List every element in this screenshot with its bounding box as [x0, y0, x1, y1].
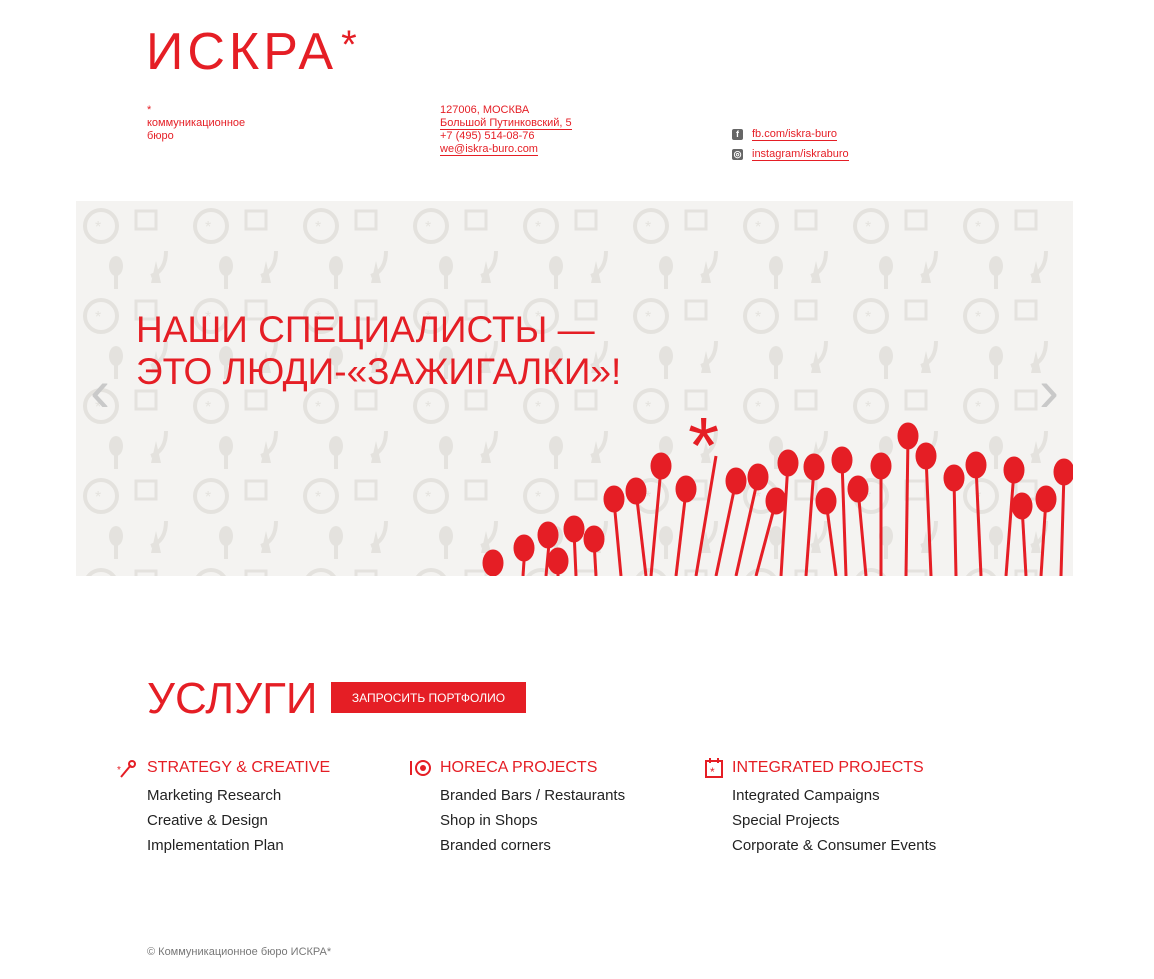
- slide-title-line1: НАШИ СПЕЦИАЛИСТЫ —: [136, 309, 595, 350]
- request-portfolio-button[interactable]: ЗАПРОСИТЬ ПОРТФОЛИО: [331, 682, 526, 713]
- hero-slider: * НАШИ СПЕЦИАЛИСТЫ — ЭТО ЛЮДИ-«ЗАЖИГАЛКИ…: [76, 201, 1073, 576]
- instagram-link[interactable]: instagram/iskraburo: [752, 148, 849, 161]
- logo-text: ИСКРА: [146, 23, 338, 81]
- tagline-line2: бюро: [147, 130, 174, 142]
- email-link[interactable]: we@iskra-buro.com: [440, 143, 538, 156]
- tagline: * коммуникационное бюро: [147, 104, 245, 143]
- list-item: Creative & Design: [147, 812, 268, 829]
- footer-copyright: © Коммуникационное бюро ИСКРА*: [147, 946, 332, 958]
- list-item: Shop in Shops: [440, 812, 538, 829]
- slide-title-line2: ЭТО ЛЮДИ-«ЗАЖИГАЛКИ»!: [136, 351, 622, 392]
- chevron-right-icon[interactable]: ›: [1039, 361, 1059, 421]
- facebook-icon: f: [732, 128, 743, 140]
- svg-text:*: *: [710, 765, 715, 779]
- instagram-icon: ◎: [732, 148, 743, 160]
- list-item: Integrated Campaigns: [732, 787, 880, 804]
- logo-star: *: [341, 23, 357, 67]
- chevron-left-icon[interactable]: ‹: [90, 361, 110, 421]
- spark-asterisk: *: [688, 401, 719, 490]
- social-links: f fb.com/iskra-buro ◎ instagram/iskrabur…: [732, 124, 849, 164]
- address-link[interactable]: Большой Путинковский, 5: [440, 117, 572, 130]
- match-spark-icon: *: [115, 757, 139, 779]
- service-column-title: INTEGRATED PROJECTS: [732, 759, 924, 776]
- list-item: Special Projects: [732, 812, 840, 829]
- tagline-star: *: [147, 104, 152, 116]
- contacts: 127006, МОСКВА Большой Путинковский, 5 +…: [440, 104, 572, 156]
- service-column-horeca: HORECA PROJECTS Branded Bars / Restauran…: [410, 757, 626, 858]
- services-title: УСЛУГИ: [147, 674, 318, 723]
- svg-text:*: *: [117, 765, 121, 776]
- plate-cutlery-icon: [408, 758, 432, 778]
- service-column-title: STRATEGY & CREATIVE: [147, 759, 331, 776]
- list-item: Marketing Research: [147, 787, 282, 804]
- list-item: Corporate & Consumer Events: [732, 837, 937, 854]
- slide-title: НАШИ СПЕЦИАЛИСТЫ — ЭТО ЛЮДИ-«ЗАЖИГАЛКИ»!: [136, 309, 621, 393]
- service-column-title: HORECA PROJECTS: [440, 759, 598, 776]
- contact-city: 127006, МОСКВА: [440, 104, 530, 116]
- list-item: Branded corners: [440, 837, 551, 854]
- list-item: Implementation Plan: [147, 837, 284, 854]
- facebook-link[interactable]: fb.com/iskra-buro: [752, 128, 837, 141]
- tagline-line1: коммуникационное: [147, 117, 246, 129]
- phone-number: +7 (495) 514-08-76: [440, 130, 535, 142]
- list-item: Branded Bars / Restaurants: [440, 787, 626, 804]
- logo[interactable]: ИСКРА *: [146, 23, 357, 81]
- calendar-icon: *: [700, 757, 724, 779]
- service-column-strategy: * STRATEGY & CREATIVE Marketing Research…: [117, 757, 331, 858]
- service-column-integrated: * INTEGRATED PROJECTS Integrated Campaig…: [705, 757, 937, 858]
